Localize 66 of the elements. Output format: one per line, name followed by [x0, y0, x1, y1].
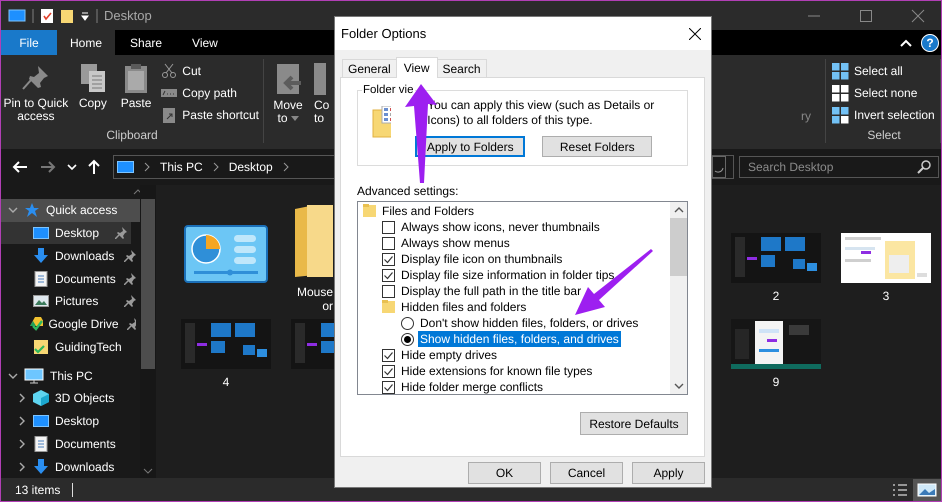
- setting-label: Show hidden files, folders, and drives: [418, 331, 621, 347]
- folder-view-button[interactable]: Apply to Folders: [415, 136, 526, 157]
- dialog-tab[interactable]: View: [396, 57, 438, 78]
- folder-view-button[interactable]: Reset Folders: [542, 136, 652, 157]
- file-label: or: [322, 299, 333, 313]
- move-to-button[interactable]: Move to: [266, 59, 310, 125]
- file-label: 4: [222, 375, 230, 389]
- sidebar-item[interactable]: Downloads: [1, 455, 140, 478]
- setting-label: Hide empty drives: [400, 347, 498, 363]
- setting-label: Display file icon on thumbnails: [400, 251, 564, 267]
- sidebar-item[interactable]: 3D Objects: [1, 386, 140, 410]
- setting-label: Hide folder merge conflicts: [400, 379, 544, 395]
- dialog-title: Folder Options: [341, 26, 426, 41]
- sidebar-item[interactable]: GuidingTech: [1, 335, 140, 358]
- ribbon-tab[interactable]: Share: [115, 30, 178, 55]
- file-label: 2: [772, 289, 780, 303]
- cut-button[interactable]: Cut: [157, 61, 263, 81]
- setting-label: Files and Folders: [381, 203, 476, 219]
- setting-label: Hide extensions for known file types: [400, 363, 594, 379]
- copy-to-button[interactable]: Co to: [314, 59, 332, 125]
- ribbon-tab[interactable]: View: [177, 30, 233, 55]
- setting-label: Don't show hidden files, folders, or drives: [419, 315, 640, 331]
- setting-label: Display file size information in folder tips: [400, 267, 616, 283]
- sidebar-item[interactable]: Google Drive: [1, 312, 140, 336]
- section-label: Advanced settings:: [357, 184, 460, 198]
- pin-to-quick-access-button[interactable]: Pin to Quick access: [1, 59, 71, 123]
- select-all-button[interactable]: Select all: [828, 61, 907, 81]
- breadcrumb[interactable]: This PC: [160, 160, 203, 174]
- file-label: 3: [882, 289, 890, 303]
- sidebar-item[interactable]: Desktop: [1, 410, 140, 432]
- ribbon-label: ry: [801, 109, 811, 123]
- paste-shortcut-button[interactable]: Paste shortcut: [157, 105, 263, 125]
- dialog-button[interactable]: Cancel: [550, 462, 623, 484]
- search-field[interactable]: Search Desktop: [739, 156, 939, 178]
- item-count: 13 items: [15, 482, 60, 496]
- sidebar-item[interactable]: Pictures: [1, 290, 140, 313]
- file-label: 9: [772, 375, 780, 389]
- group-label: Clipboard: [105, 128, 159, 143]
- setting-label: Display the full path in the title bar: [400, 283, 582, 299]
- restore-defaults-button[interactable]: Restore Defaults: [580, 412, 688, 435]
- invert-selection-button[interactable]: Invert selection: [828, 105, 939, 125]
- breadcrumb[interactable]: Desktop: [228, 160, 273, 174]
- group-label: Select: [866, 128, 902, 143]
- copy-button[interactable]: Copy: [70, 59, 115, 110]
- sidebar-item[interactable]: Documents: [1, 267, 140, 290]
- dialog-tab[interactable]: General: [342, 59, 397, 77]
- sidebar-item[interactable]: Quick access: [1, 198, 140, 222]
- dialog-button[interactable]: Apply: [632, 462, 705, 484]
- help-icon[interactable]: ?: [921, 34, 939, 52]
- dialog-button[interactable]: OK: [468, 462, 541, 484]
- setting-label: Hidden files and folders: [400, 299, 528, 315]
- setting-label: Always show menus: [400, 235, 511, 251]
- setting-label: Always show icons, never thumbnails: [400, 219, 601, 235]
- ribbon-tab[interactable]: Home: [57, 30, 116, 55]
- copy-path-button[interactable]: Copy path: [157, 83, 263, 103]
- paste-button[interactable]: Paste: [114, 59, 158, 110]
- sidebar-item[interactable]: Downloads: [1, 244, 140, 268]
- group-title: Folder vie: [362, 84, 414, 96]
- select-none-button[interactable]: Select none: [828, 83, 922, 103]
- file-tab[interactable]: File: [1, 30, 57, 55]
- sidebar-item[interactable]: This PC: [1, 364, 140, 387]
- dialog-tab[interactable]: Search: [436, 59, 487, 77]
- file-label: Mouse: [296, 285, 333, 299]
- sidebar-item[interactable]: Desktop: [1, 222, 131, 244]
- window-title: Desktop: [104, 8, 152, 23]
- sidebar-item[interactable]: Documents: [1, 432, 140, 456]
